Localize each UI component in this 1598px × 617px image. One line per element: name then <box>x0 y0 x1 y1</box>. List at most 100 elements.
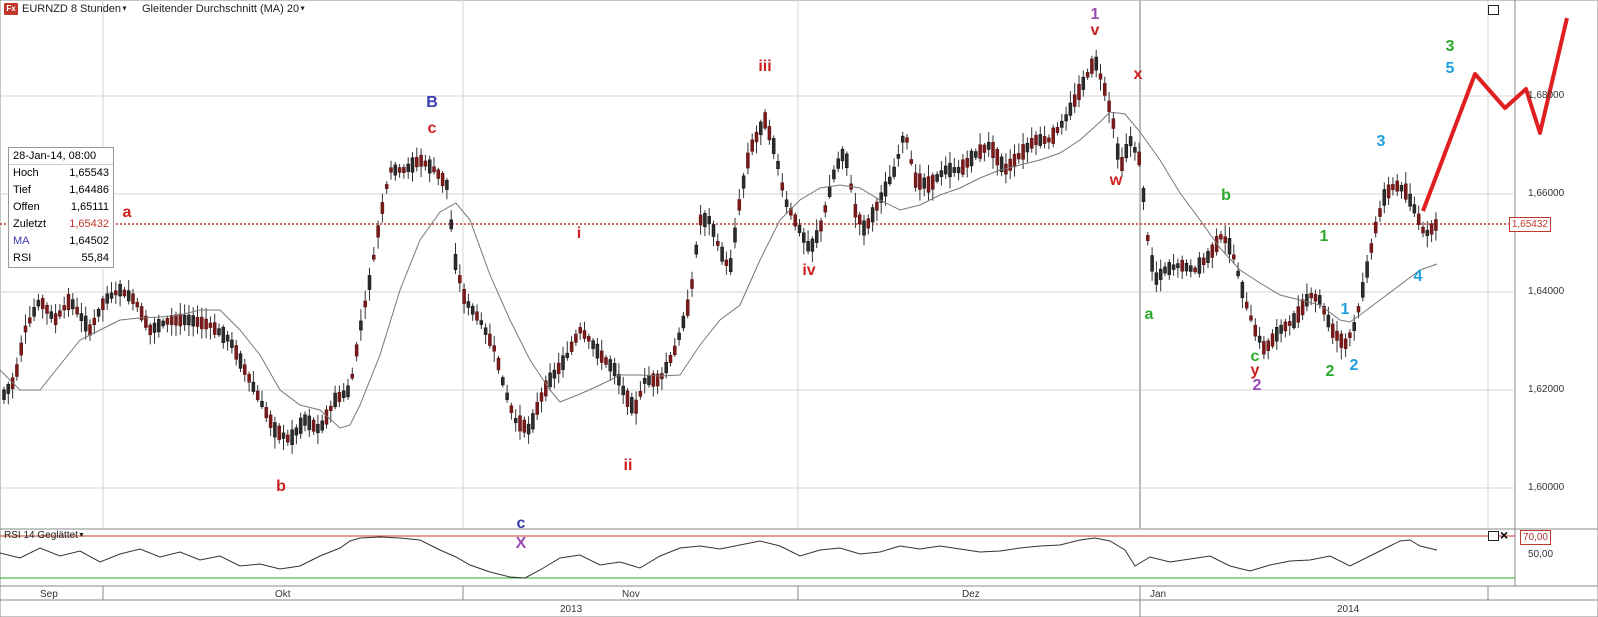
candle-body <box>268 414 273 428</box>
candle-body <box>122 289 127 297</box>
candle-body <box>1021 144 1025 160</box>
candle-body <box>853 204 858 218</box>
rsi-indicator-selector[interactable]: RSI 14 Geglättet▼ <box>4 530 85 541</box>
candle-body <box>832 169 836 180</box>
wave-label: c <box>517 515 526 532</box>
candle-body <box>707 216 711 224</box>
candle-body <box>1361 282 1365 298</box>
wave-label: 1 <box>1091 6 1100 23</box>
candle-body <box>604 357 608 365</box>
indicator-selector[interactable]: Gleitender Durchschnitt (MA) 20▼ <box>142 3 306 15</box>
candle-body <box>66 294 71 310</box>
wave-label: 5 <box>1446 60 1455 77</box>
rsi-level-tag: 70,00 <box>1519 530 1551 545</box>
candle-body <box>1240 281 1245 299</box>
candle-body <box>1163 266 1167 274</box>
candle-body <box>1335 330 1339 341</box>
candle-body <box>1008 158 1012 171</box>
candle-body <box>698 214 703 226</box>
candle-body <box>419 154 423 167</box>
candle-body <box>956 166 961 174</box>
candle-body <box>204 318 208 330</box>
candle-body <box>165 317 170 325</box>
candle-body <box>1408 193 1412 207</box>
candle-body <box>1421 226 1425 234</box>
candle-body <box>1318 295 1322 305</box>
wave-label: 4 <box>1414 268 1423 285</box>
candle-body <box>1236 270 1240 277</box>
candle-body <box>1395 180 1399 192</box>
candle-body <box>1373 221 1378 234</box>
candle-body <box>225 334 230 342</box>
month-label: Jan <box>1150 589 1167 600</box>
candle-body <box>1038 134 1043 146</box>
candle-body <box>574 333 578 343</box>
candle-body <box>1339 333 1344 348</box>
candle-body <box>827 186 832 197</box>
candle-body <box>393 164 398 176</box>
candle-body <box>28 317 32 324</box>
candle-body <box>1283 321 1288 332</box>
candle-body <box>737 199 742 211</box>
candle-body <box>1378 208 1382 217</box>
candle-body <box>1012 153 1017 168</box>
maximize-icon[interactable] <box>1488 531 1499 541</box>
maximize-icon[interactable] <box>1488 5 1499 15</box>
candle-body <box>797 225 802 233</box>
candle-body <box>664 362 668 374</box>
price-chart[interactable]: abBccXiiiiiiiv1vxwabcy212123435 <box>0 0 1598 617</box>
candle-body <box>982 144 987 153</box>
candle-body <box>6 384 11 394</box>
candle-body <box>273 422 277 438</box>
candle-body <box>367 275 372 290</box>
candle-body <box>1184 262 1189 272</box>
candle-body <box>591 340 595 349</box>
wave-label: b <box>276 478 286 495</box>
candle-body <box>741 175 746 189</box>
candle-body <box>776 161 780 169</box>
wave-label: iii <box>758 58 771 75</box>
instrument-selector[interactable]: EURNZD 8 Stunden▼ <box>22 3 128 15</box>
candle-body <box>243 364 247 375</box>
candle-body <box>255 390 260 401</box>
candle-body <box>372 254 376 260</box>
wave-label: B <box>426 94 438 111</box>
candle-body <box>1201 257 1206 266</box>
candle-body <box>720 246 724 262</box>
candle-body <box>311 419 316 432</box>
candle-body <box>703 212 707 228</box>
candle-body <box>1171 264 1176 270</box>
candle-body <box>62 305 66 311</box>
candle-body <box>427 159 432 174</box>
candle-body <box>1042 136 1047 144</box>
wave-label: ii <box>624 457 633 474</box>
candle-body <box>724 259 729 266</box>
candle-body <box>952 167 957 173</box>
candle-body <box>634 399 638 414</box>
candle-body <box>1137 151 1141 166</box>
candle-body <box>488 333 492 346</box>
candle-body <box>359 320 363 331</box>
candle-body <box>191 315 195 327</box>
candle-body <box>397 167 402 173</box>
price-axis-area <box>1514 0 1598 530</box>
candle-body <box>1150 255 1154 272</box>
candle-body <box>556 362 561 375</box>
candle-body <box>1244 301 1249 309</box>
candle-body <box>1365 261 1369 278</box>
candle-body <box>1068 102 1073 116</box>
candle-body <box>15 364 19 377</box>
candle-body <box>1275 327 1279 342</box>
candle-body <box>750 139 754 152</box>
candle-body <box>354 344 359 357</box>
close-icon[interactable]: × <box>1500 528 1508 542</box>
candle-body <box>931 174 935 190</box>
candle-body <box>711 224 716 237</box>
candle-body <box>1434 219 1438 231</box>
candle-body <box>440 172 445 187</box>
candle-body <box>763 112 767 129</box>
info-row-ma: MA 1,64502 <box>9 233 113 250</box>
candle-body <box>948 162 952 178</box>
candle-body <box>1103 83 1107 96</box>
candle-body <box>169 315 174 325</box>
